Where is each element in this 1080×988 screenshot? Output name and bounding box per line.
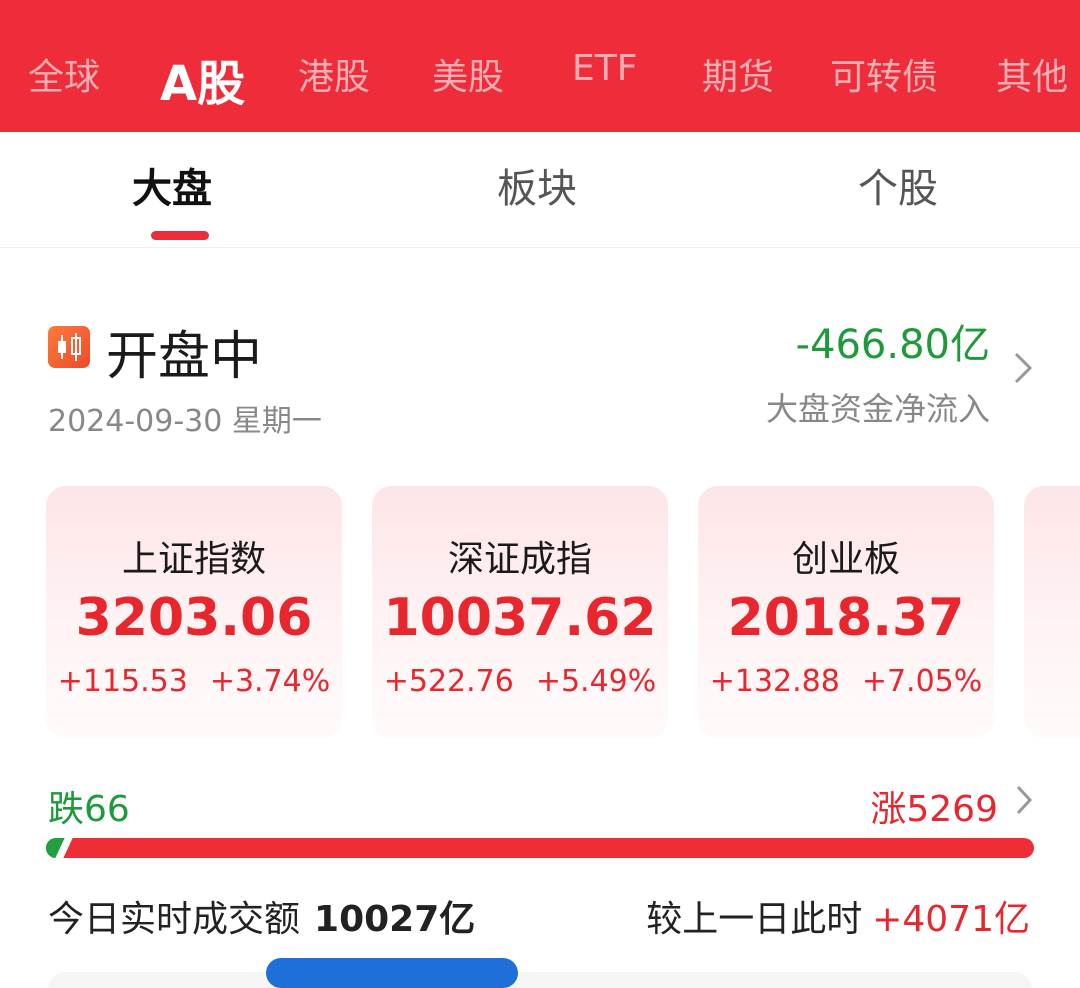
index-name: 深证成指 xyxy=(447,539,592,580)
index-name: 创业板 xyxy=(791,539,900,580)
tab-others[interactable]: 其他 xyxy=(996,48,1068,100)
fund-flow-value[interactable]: -466.80亿 xyxy=(796,312,990,370)
index-change-row: +522.76 +5.49% xyxy=(372,664,668,699)
active-tab-indicator xyxy=(151,231,209,240)
market-status-title: 开盘中 xyxy=(106,327,263,387)
index-change: +115.53 xyxy=(57,664,188,699)
index-change: +522.76 xyxy=(383,664,514,699)
chevron-right-icon[interactable] xyxy=(1014,784,1034,820)
tab-hk-stocks[interactable]: 港股 xyxy=(298,48,370,100)
tab-sectors[interactable]: 板块 xyxy=(497,156,577,214)
index-change-row: +132.88 +7.05% xyxy=(698,664,994,699)
tab-us-stocks[interactable]: 美股 xyxy=(432,48,504,100)
tab-market-overview[interactable]: 大盘 xyxy=(132,156,212,214)
index-change-row: +115.53 +3.74% xyxy=(46,664,342,699)
index-card-partial[interactable] xyxy=(1024,486,1080,738)
market-tab-bar: 全球 A股 港股 美股 ETF 期货 可转债 其他 xyxy=(0,0,1080,132)
index-card-chinext[interactable]: 创业板 2018.37 +132.88 +7.05% xyxy=(698,486,994,738)
tab-etf[interactable]: ETF xyxy=(572,48,637,89)
tab-individual-stocks[interactable]: 个股 xyxy=(858,156,938,214)
turnover-compare-value: +4071亿 xyxy=(872,899,1030,940)
turnover-compare-label: 较上一日此时 xyxy=(646,899,863,940)
index-price: 10037.62 xyxy=(383,588,657,648)
redaction-mark xyxy=(266,958,518,988)
advance-decline-bar xyxy=(46,838,1034,858)
turnover-compare-row: 较上一日此时 +4071亿 xyxy=(646,890,1030,942)
tab-a-shares[interactable]: A股 xyxy=(160,44,245,114)
falling-count: 跌66 xyxy=(48,789,130,830)
sub-tab-bar: 大盘 板块 个股 xyxy=(0,132,1080,248)
turnover-value: 10027亿 xyxy=(314,899,476,940)
turnover-row: 今日实时成交额 10027亿 xyxy=(48,890,475,942)
index-name: 上证指数 xyxy=(121,539,266,580)
turnover-label: 今日实时成交额 xyxy=(48,899,301,940)
index-price: 2018.37 xyxy=(727,588,965,648)
fund-flow-label[interactable]: 大盘资金净流入 xyxy=(766,384,990,430)
tab-global[interactable]: 全球 xyxy=(28,48,100,100)
index-change-percent: +7.05% xyxy=(861,664,983,699)
chevron-right-icon[interactable] xyxy=(1012,350,1034,390)
market-date: 2024-09-30 星期一 xyxy=(48,404,322,439)
index-card-shenzhen[interactable]: 深证成指 10037.62 +522.76 +5.49% xyxy=(372,486,668,738)
candlestick-icon xyxy=(48,326,90,368)
tab-futures[interactable]: 期货 xyxy=(702,48,774,100)
index-price: 3203.06 xyxy=(75,588,313,648)
next-section-card xyxy=(48,972,1032,988)
rising-count[interactable]: 涨5269 xyxy=(870,780,998,832)
index-change-percent: +3.74% xyxy=(209,664,331,699)
index-card-shanghai[interactable]: 上证指数 3203.06 +115.53 +3.74% xyxy=(46,486,342,738)
index-change: +132.88 xyxy=(709,664,840,699)
tab-convertible-bonds[interactable]: 可转债 xyxy=(830,48,938,100)
index-change-percent: +5.49% xyxy=(535,664,657,699)
